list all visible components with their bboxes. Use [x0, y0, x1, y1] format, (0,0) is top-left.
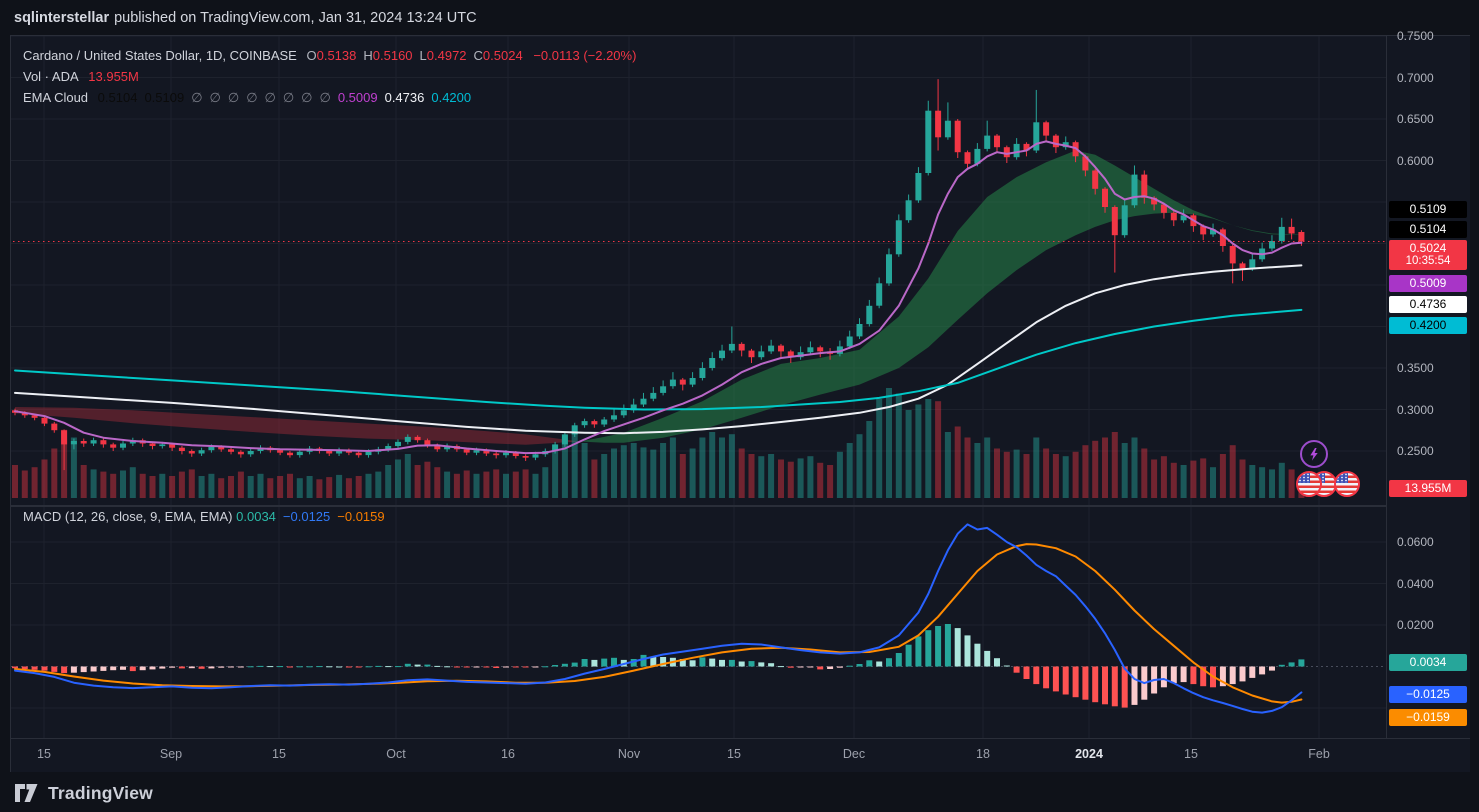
published-info: published on TradingView.com, Jan 31, 20…: [114, 10, 476, 26]
time-label: Nov: [618, 747, 640, 761]
publisher-username: sqlinterstellar: [14, 10, 109, 26]
macd-tick: 0.0600: [1397, 535, 1434, 549]
price-tick: 0.3000: [1397, 403, 1434, 417]
price-badge: 0.4736: [1389, 296, 1467, 313]
price-scale[interactable]: 0.75000.70000.65000.60000.35000.30000.25…: [1386, 36, 1470, 738]
time-label: 16: [501, 747, 515, 761]
macd-tick: 0.0400: [1397, 577, 1434, 591]
chart-widget: Cardano / United States Dollar, 1D, COIN…: [10, 35, 1470, 772]
time-label: 2024: [1075, 747, 1103, 761]
price-tick: 0.6000: [1397, 154, 1434, 168]
time-label: 15: [272, 747, 286, 761]
price-badge: 0.5104: [1389, 221, 1467, 238]
macd-value: −0.0125: [283, 509, 330, 524]
us-flag-marker[interactable]: [1334, 471, 1360, 497]
macd-value: 0.0034: [236, 509, 276, 524]
tradingview-brand[interactable]: TradingView: [48, 783, 153, 804]
us-flag-marker[interactable]: [1296, 471, 1322, 497]
publish-header: sqlinterstellar published on TradingView…: [0, 0, 1479, 35]
tradingview-logo-icon[interactable]: [14, 783, 39, 804]
time-axis[interactable]: 15 Sep 15 Oct 16 Nov 15 Dec 18 2024 15 Feb: [11, 738, 1470, 772]
time-label: 15: [1184, 747, 1198, 761]
price-badge: 0.4200: [1389, 317, 1467, 334]
time-label: Feb: [1308, 747, 1330, 761]
price-badge: 0.5109: [1389, 201, 1467, 218]
price-tick: 0.3500: [1397, 361, 1434, 375]
price-badge: −0.0159: [1389, 709, 1467, 726]
lightning-idea-marker[interactable]: [1300, 440, 1328, 468]
time-label: 18: [976, 747, 990, 761]
macd-value: −0.0159: [337, 509, 384, 524]
lightning-icon: [1306, 446, 1322, 462]
price-badge: 0.5009: [1389, 275, 1467, 292]
macd-legend-row[interactable]: MACD (12, 26, close, 9, EMA, EMA) 0.0034…: [23, 509, 392, 524]
price-badge: 0.502410:35:54: [1389, 240, 1467, 270]
price-badge: 0.0034: [1389, 654, 1467, 671]
chart-canvas[interactable]: [11, 36, 1469, 738]
macd-label: MACD (12, 26, close, 9, EMA, EMA): [23, 509, 233, 524]
macd-tick: 0.0200: [1397, 618, 1434, 632]
time-label: 15: [37, 747, 51, 761]
published-chart-page: sqlinterstellar published on TradingView…: [0, 0, 1479, 812]
time-label: Dec: [843, 747, 865, 761]
price-badge: 13.955M: [1389, 480, 1467, 497]
bar-countdown: 10:35:54: [1389, 255, 1467, 270]
time-label: Sep: [160, 747, 182, 761]
time-label: Oct: [386, 747, 405, 761]
price-tick: 0.7500: [1397, 29, 1434, 43]
price-tick: 0.7000: [1397, 71, 1434, 85]
price-tick: 0.2500: [1397, 444, 1434, 458]
time-label: 15: [727, 747, 741, 761]
price-badge: −0.0125: [1389, 686, 1467, 703]
macd-values: 0.0034 −0.0125 −0.0159: [236, 509, 391, 524]
footer: TradingView: [0, 775, 1479, 812]
price-tick: 0.6500: [1397, 112, 1434, 126]
